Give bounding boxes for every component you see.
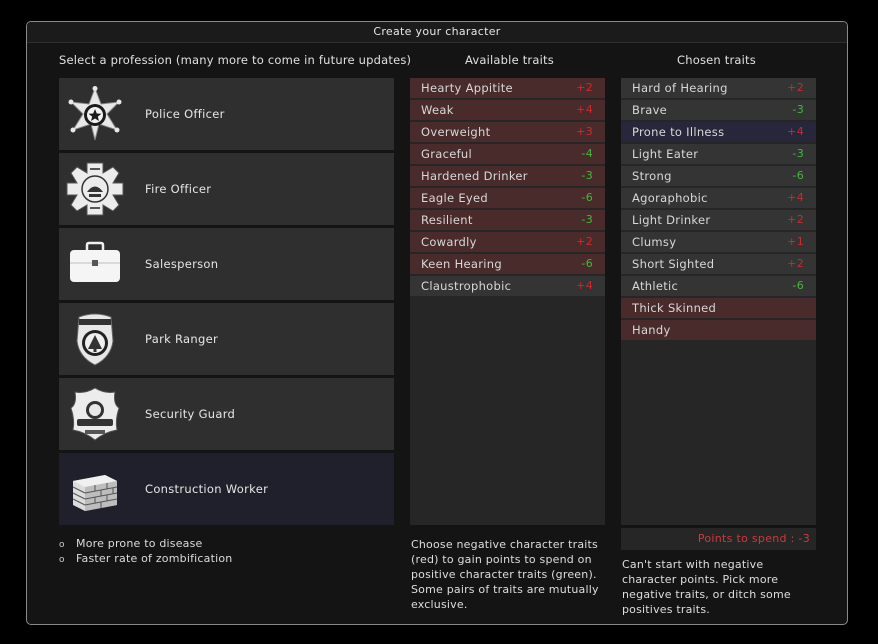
trait-row[interactable]: Agoraphobic +4 [621,188,816,208]
trait-name: Eagle Eyed [421,191,488,205]
profession-label: Fire Officer [145,182,212,196]
trait-cost: -3 [792,147,804,160]
character-creation-window: Create your character Select a professio… [26,21,848,625]
trait-name: Resilient [421,213,473,227]
brick-wall-icon [65,461,125,517]
available-traits-note: Choose negative character traits (red) t… [411,538,599,611]
trait-name: Short Sighted [632,257,715,271]
fire-department-badge-icon [65,161,125,217]
available-traits-list: Hearty Appitite +2 Weak +4 Overweight +3 Grace… [410,78,605,525]
profession-salesperson[interactable]: Salesperson [59,228,394,300]
trait-cost: -6 [581,191,593,204]
profession-construction-worker[interactable]: Construction Worker [59,453,394,525]
trait-name: Light Eater [632,147,699,161]
trait-name: Prone to Illness [632,125,725,139]
profession-label: Police Officer [145,107,225,121]
trait-cost: -3 [581,169,593,182]
profession-heading: Select a profession (many more to come i… [59,53,412,67]
profession-label: Construction Worker [145,482,269,496]
trait-row[interactable]: Claustrophobic +4 [410,276,605,296]
trait-cost: +4 [787,125,804,138]
trait-cost: -6 [581,257,593,270]
trait-row[interactable]: Strong -6 [621,166,816,186]
trait-cost: +2 [787,213,804,226]
trait-cost: -3 [792,103,804,116]
trait-cost: +4 [576,103,593,116]
trait-row[interactable]: Light Eater -3 [621,144,816,164]
trait-name: Strong [632,169,672,183]
description-line: o Faster rate of zombification [59,551,232,566]
trait-cost: -4 [581,147,593,160]
available-traits-heading: Available traits [465,53,554,67]
trait-name: Handy [632,323,671,337]
trait-row[interactable]: Athletic -6 [621,276,816,296]
park-ranger-badge-icon [65,311,125,367]
trait-name: Clumsy [632,235,677,249]
profession-list: Police Officer Fire Officer Salesperson … [59,78,394,528]
trait-row[interactable]: Light Drinker +2 [621,210,816,230]
trait-name: Agoraphobic [632,191,708,205]
chosen-traits-list: Hard of Hearing +2 Brave -3 Prone to Illness… [621,78,816,525]
trait-row[interactable]: Hard of Hearing +2 [621,78,816,98]
trait-row[interactable]: Eagle Eyed -6 [410,188,605,208]
profession-label: Salesperson [145,257,219,271]
trait-cost: +2 [787,81,804,94]
profession-description: o More prone to disease o Faster rate of z… [59,536,232,566]
trait-row[interactable]: Overweight +3 [410,122,605,142]
trait-row[interactable]: Hearty Appitite +2 [410,78,605,98]
profession-park-ranger[interactable]: Park Ranger [59,303,394,375]
trait-name: Hearty Appitite [421,81,513,95]
description-line: o More prone to disease [59,536,232,551]
trait-row[interactable]: Cowardly +2 [410,232,605,252]
trait-cost: +1 [787,235,804,248]
trait-cost: +2 [576,81,593,94]
trait-cost: -3 [581,213,593,226]
trait-cost: -6 [792,279,804,292]
security-badge-icon [65,386,125,442]
trait-name: Graceful [421,147,473,161]
trait-cost: +2 [576,235,593,248]
trait-name: Overweight [421,125,491,139]
trait-name: Hardened Drinker [421,169,528,183]
trait-name: Athletic [632,279,679,293]
trait-cost: +4 [787,191,804,204]
trait-name: Thick Skinned [632,301,717,315]
trait-name: Light Drinker [632,213,711,227]
profession-label: Park Ranger [145,332,218,346]
bullet: o [59,555,65,565]
trait-row[interactable]: Weak +4 [410,100,605,120]
trait-name: Weak [421,103,454,117]
trait-name: Cowardly [421,235,477,249]
trait-name: Brave [632,103,668,117]
police-badge-icon [65,86,125,142]
trait-row[interactable]: Resilient -3 [410,210,605,230]
trait-cost: -6 [792,169,804,182]
profession-label: Security Guard [145,407,236,421]
briefcase-icon [65,236,125,292]
trait-row[interactable]: Clumsy +1 [621,232,816,252]
trait-row[interactable]: Prone to Illness +4 [621,122,816,142]
trait-cost: +3 [576,125,593,138]
trait-name: Keen Hearing [421,257,502,271]
points-to-spend: Points to spend : -3 [621,528,816,550]
trait-row[interactable]: Handy [621,320,816,340]
trait-row[interactable]: Hardened Drinker -3 [410,166,605,186]
window-title: Create your character [27,22,847,43]
trait-row[interactable]: Short Sighted +2 [621,254,816,274]
profession-fire-officer[interactable]: Fire Officer [59,153,394,225]
trait-row[interactable]: Thick Skinned [621,298,816,318]
profession-police-officer[interactable]: Police Officer [59,78,394,150]
trait-row[interactable]: Keen Hearing -6 [410,254,605,274]
trait-row[interactable]: Graceful -4 [410,144,605,164]
trait-row[interactable]: Brave -3 [621,100,816,120]
chosen-traits-heading: Chosen traits [677,53,756,67]
trait-cost: +2 [787,257,804,270]
trait-cost: +4 [576,279,593,292]
chosen-traits-note: Can't start with negative character poin… [622,558,791,616]
trait-name: Claustrophobic [421,279,512,293]
trait-name: Hard of Hearing [632,81,728,95]
profession-security-guard[interactable]: Security Guard [59,378,394,450]
